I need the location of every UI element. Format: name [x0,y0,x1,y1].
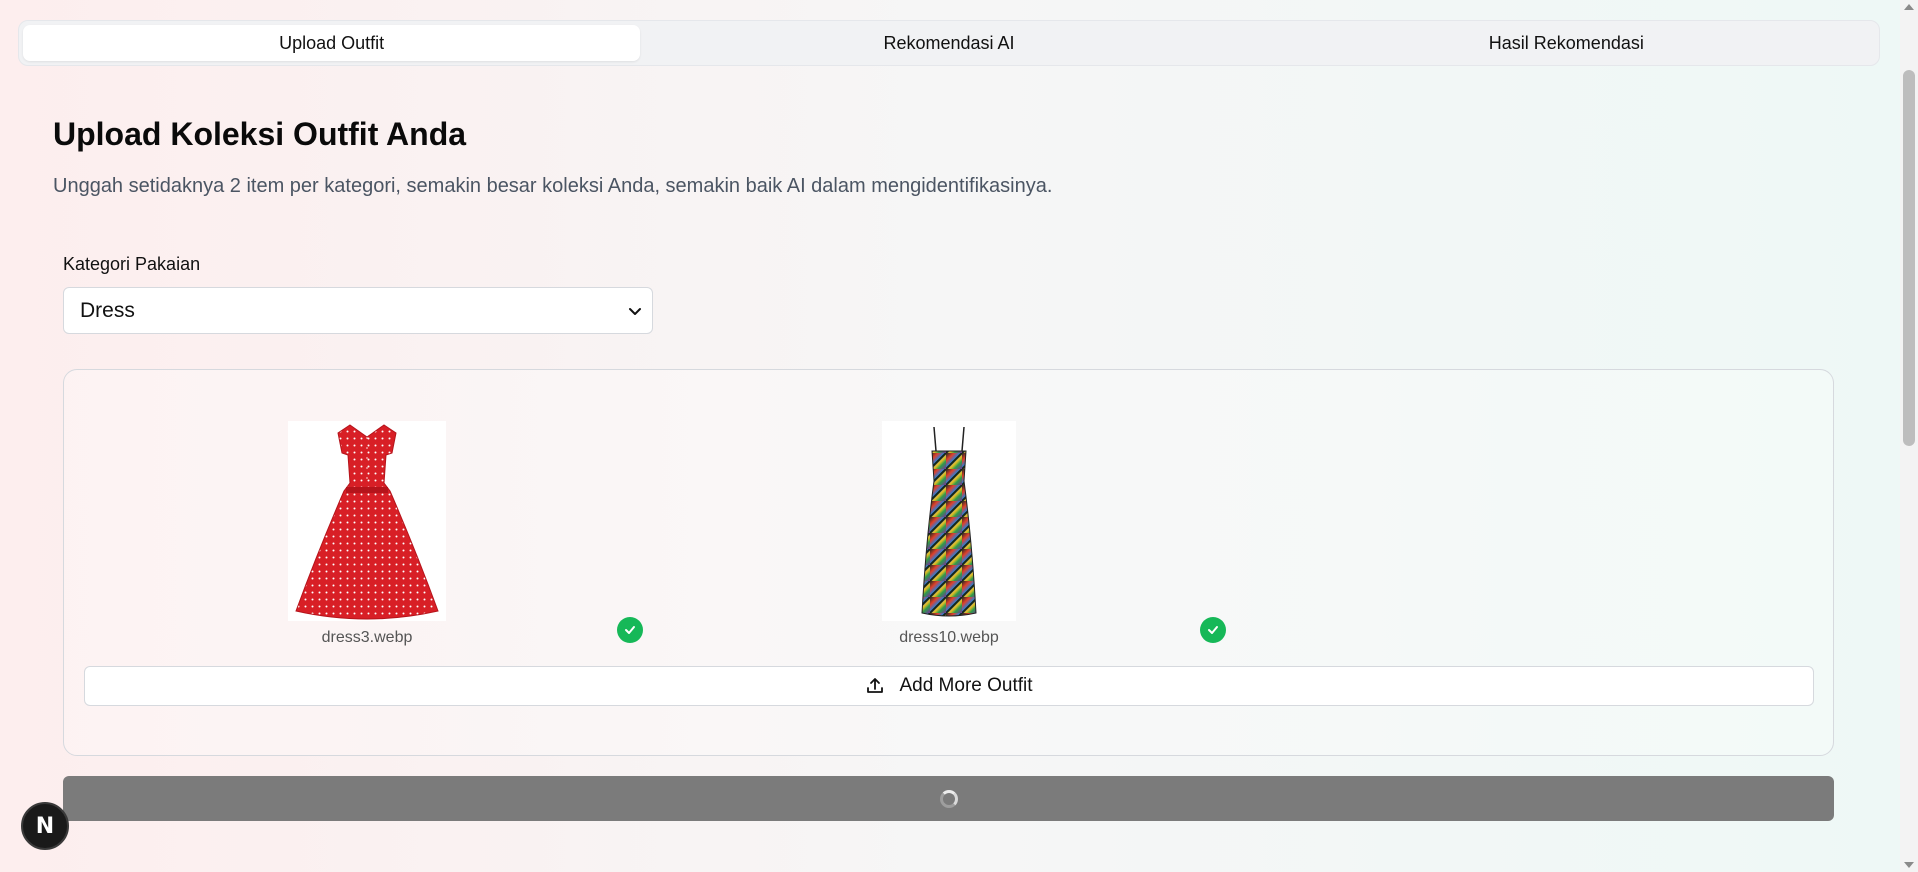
loading-spinner-icon [939,789,958,808]
upload-card: dress3.webp dress10.webp Add More Outfit [63,369,1834,756]
outfit-filename: dress10.webp [899,629,999,646]
outfit-thumbnail [882,421,1016,621]
tab-rekomendasi-ai[interactable]: Rekomendasi AI [640,25,1257,61]
scrollbar-thumb[interactable] [1903,70,1915,446]
add-more-outfit-label: Add More Outfit [899,675,1033,696]
tab-hasil-rekomendasi[interactable]: Hasil Rekomendasi [1258,25,1875,61]
check-icon [617,617,643,643]
submit-button[interactable] [63,776,1834,821]
tab-bar: Upload Outfit Rekomendasi AI Hasil Rekom… [18,20,1880,66]
check-icon [1200,617,1226,643]
tab-upload-outfit[interactable]: Upload Outfit [23,25,641,61]
page-title: Upload Koleksi Outfit Anda [53,116,467,152]
category-select[interactable]: Dress [63,287,653,334]
nextjs-dev-badge[interactable]: N [21,802,69,850]
upload-icon [867,678,884,693]
outfit-thumbnail [288,421,446,621]
category-selected-value: Dress [80,298,135,322]
page-subtitle: Unggah setidaknya 2 item per kategori, s… [53,175,1053,197]
outfit-filename: dress3.webp [321,629,413,646]
chevron-down-icon [629,307,641,315]
category-label: Kategori Pakaian [63,254,201,274]
vertical-scrollbar[interactable] [1900,0,1918,872]
add-more-outfit-button[interactable]: Add More Outfit [84,666,1814,706]
scroll-up-arrow-icon[interactable] [1904,4,1914,10]
scroll-down-arrow-icon[interactable] [1904,862,1914,868]
